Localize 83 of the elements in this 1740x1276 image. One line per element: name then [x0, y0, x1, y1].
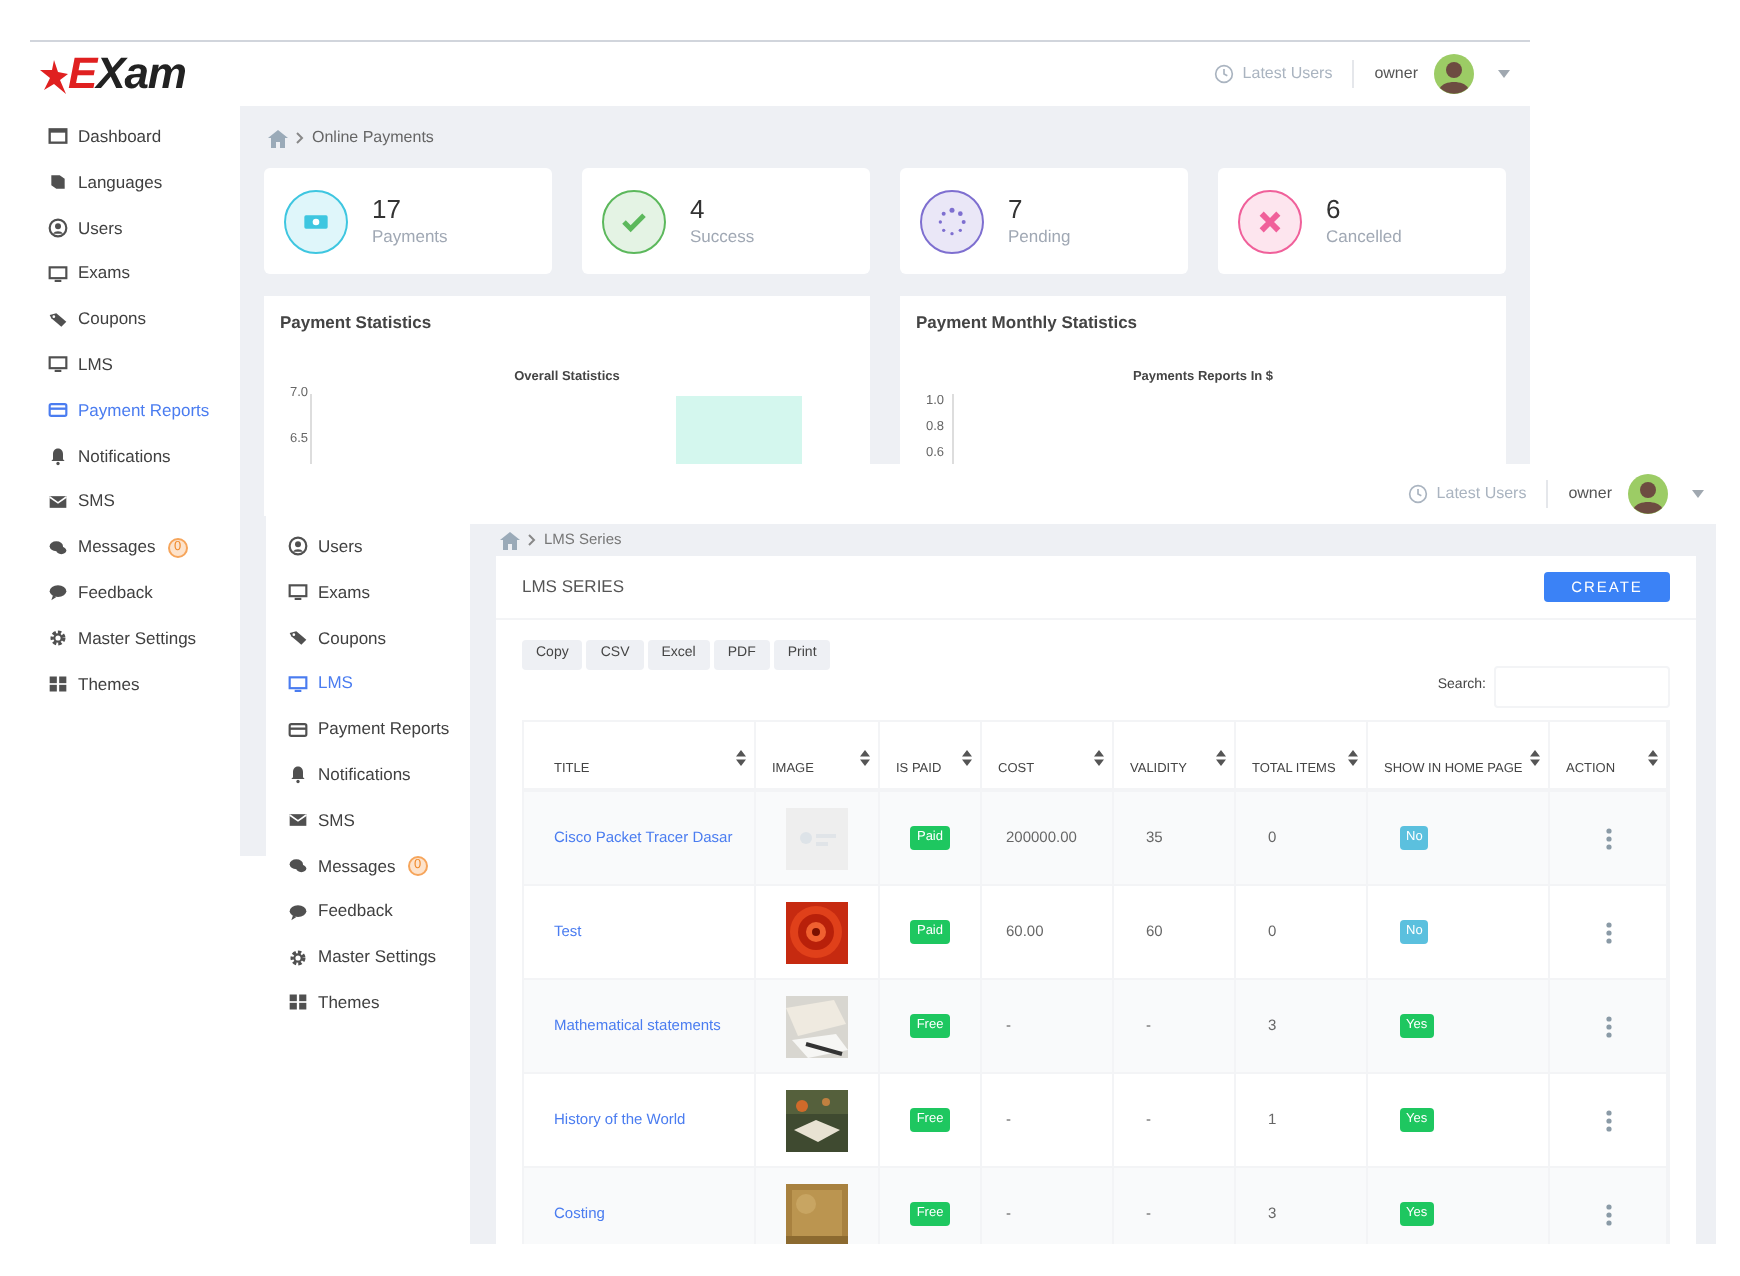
- sidebar-item[interactable]: Languages: [30, 159, 240, 206]
- sidebar-item[interactable]: Users: [266, 524, 470, 570]
- sort-icon: [860, 750, 870, 766]
- panel-title: Payment Monthly Statistics: [916, 310, 1140, 336]
- sidebar-item[interactable]: Notifications: [30, 433, 240, 479]
- stat-label: Success: [690, 223, 755, 249]
- sidebar-item[interactable]: Themes: [266, 979, 470, 1026]
- chat-icon: [288, 855, 308, 876]
- sidebar-item[interactable]: LMS: [266, 660, 470, 707]
- home-icon[interactable]: [268, 129, 288, 147]
- stat-label: Payments: [372, 223, 448, 249]
- chevron-icon: [528, 534, 536, 546]
- panel-title: LMS SERIES: [522, 574, 625, 600]
- sort-icon: [1216, 750, 1226, 766]
- star-logo-icon: [40, 60, 68, 96]
- settings-icon: [48, 628, 68, 649]
- tag-icon: [48, 309, 68, 330]
- calendar-icon: [48, 126, 68, 147]
- grid-icon: [288, 992, 308, 1013]
- sidebar-item[interactable]: SMS: [266, 797, 470, 844]
- user-name[interactable]: owner: [1568, 482, 1612, 506]
- avatar-icon[interactable]: [1628, 474, 1668, 514]
- monitor-icon: [288, 582, 308, 603]
- user-icon: [288, 536, 308, 557]
- sort-icon: [1648, 750, 1658, 766]
- sidebar-item[interactable]: Master Settings: [266, 934, 470, 980]
- sidebar-item[interactable]: Coupons: [30, 296, 240, 342]
- stat-value: 6: [1326, 193, 1343, 224]
- clock-user-icon: [1214, 64, 1235, 84]
- sort-icon: [736, 750, 746, 766]
- sort-icon: [962, 750, 972, 766]
- clock-user-icon: [1408, 484, 1429, 504]
- sidebar-item[interactable]: Dashboard: [30, 114, 240, 160]
- sort-icon: [1094, 750, 1104, 766]
- more-options-icon[interactable]: [1605, 1109, 1611, 1131]
- sidebar-item[interactable]: Notifications: [266, 751, 470, 798]
- more-options-icon[interactable]: [1605, 1203, 1611, 1225]
- sidebar-item[interactable]: Themes: [30, 661, 240, 707]
- envelope-icon: [288, 810, 308, 831]
- sidebar-item[interactable]: Feedback: [30, 569, 240, 616]
- home-icon[interactable]: [500, 531, 520, 549]
- sidebar-item[interactable]: Users: [30, 205, 240, 251]
- settings-icon: [288, 947, 308, 968]
- more-options-icon[interactable]: [1605, 1015, 1611, 1037]
- tag-icon: [288, 627, 308, 648]
- grid-icon: [48, 673, 68, 694]
- sidebar-item[interactable]: Payment Reports: [30, 387, 240, 434]
- sidebar-item[interactable]: Exams: [266, 569, 470, 616]
- monitor-icon: [48, 263, 68, 284]
- bell-icon: [48, 445, 68, 466]
- more-options-icon[interactable]: [1605, 827, 1611, 849]
- stat-value: 17: [372, 193, 403, 224]
- user-icon: [48, 217, 68, 238]
- more-options-icon[interactable]: [1605, 921, 1611, 943]
- sidebar-item[interactable]: LMS: [30, 341, 240, 388]
- sort-icon: [1348, 750, 1358, 766]
- monitor-icon: [288, 673, 308, 694]
- avatar-icon[interactable]: [1434, 54, 1474, 94]
- speech-bubble-icon: [48, 582, 68, 603]
- sidebar-item[interactable]: Exams: [30, 250, 240, 297]
- stat-label: Pending: [1008, 223, 1071, 249]
- logo-text: EXam: [68, 52, 186, 96]
- monitor-icon: [48, 354, 68, 375]
- caret-icon[interactable]: [1498, 70, 1510, 78]
- sidebar-item[interactable]: Feedback: [266, 888, 470, 935]
- card-icon: [288, 719, 308, 740]
- stat-value: 7: [1008, 193, 1025, 224]
- breadcrumb: Online Payments: [312, 126, 434, 150]
- stat-value: 4: [690, 193, 707, 224]
- chevron-icon: [296, 132, 304, 144]
- caret-icon[interactable]: [1692, 490, 1704, 498]
- envelope-icon: [48, 491, 68, 512]
- stat-label: Cancelled: [1326, 223, 1402, 249]
- sidebar-item[interactable]: Master Settings: [30, 615, 240, 662]
- bell-icon: [288, 764, 308, 785]
- sidebar-item[interactable]: SMS: [30, 478, 240, 525]
- speech-bubble-icon: [288, 901, 308, 922]
- chat-icon: [48, 537, 68, 558]
- sidebar-item[interactable]: Payment Reports: [266, 706, 470, 752]
- user-name[interactable]: owner: [1374, 62, 1418, 86]
- sidebar-item[interactable]: Coupons: [266, 615, 470, 661]
- panel-title: Payment Statistics: [280, 310, 434, 336]
- card-icon: [48, 400, 68, 421]
